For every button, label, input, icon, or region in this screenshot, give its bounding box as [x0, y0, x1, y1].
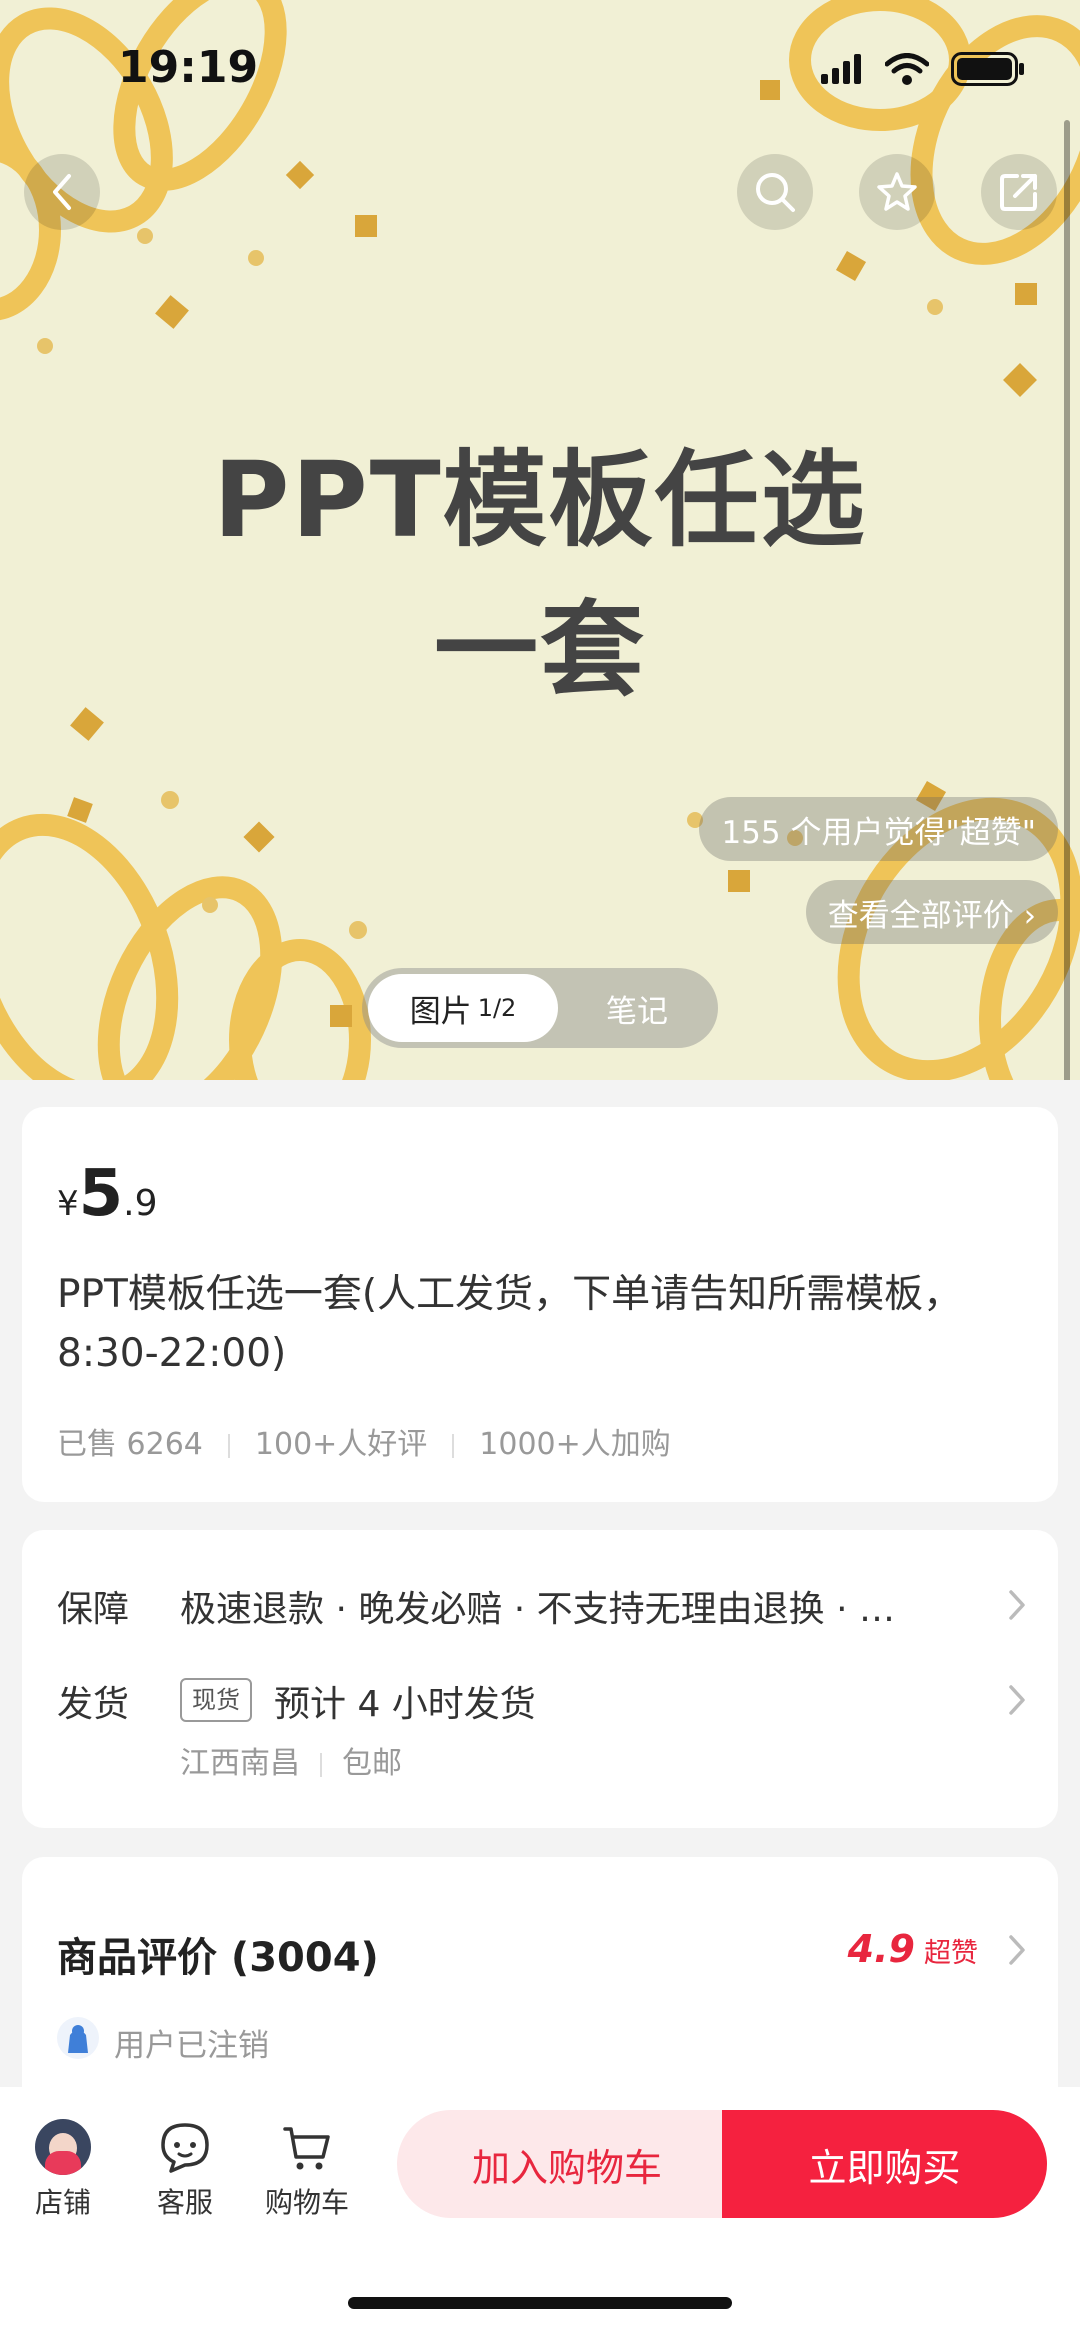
- view-all-reviews-link[interactable]: 查看全部评价 ›: [805, 880, 1058, 944]
- price: ¥5.9: [57, 1157, 158, 1231]
- chevron-left-icon: [53, 174, 71, 210]
- rating-label: 超赞: [924, 1938, 978, 1969]
- wifi-icon: [885, 53, 929, 85]
- customer-service-label: 客服: [156, 2186, 213, 2219]
- service-card: 保障 极速退款 · 晚发必赔 · 不支持无理由退换 · … 发货 现货 预计 4…: [22, 1530, 1058, 1828]
- status-time: 19:19: [118, 42, 259, 93]
- price-integer: 5: [78, 1157, 124, 1231]
- cart-label: 购物车: [264, 2186, 349, 2219]
- product-stats: 已售 6264 100+人好评 1000+人加购: [57, 1419, 671, 1463]
- product-info-card: ¥5.9 PPT模板任选一套(人工发货，下单请告知所需模板，8:30-22:00…: [22, 1107, 1058, 1502]
- rating-score: 4.9: [847, 1927, 915, 1971]
- battery-icon: [951, 52, 1024, 86]
- shipping-eta: 预计 4 小时发货: [274, 1684, 536, 1725]
- buy-now-button[interactable]: 立即购买: [722, 2110, 1047, 2218]
- favorite-button[interactable]: [859, 154, 935, 230]
- hero-title-line2: 一套: [433, 589, 646, 711]
- home-indicator[interactable]: [348, 2297, 732, 2309]
- currency-symbol: ¥: [57, 1184, 79, 1224]
- product-title: PPT模板任选一套(人工发货，下单请告知所需模板，8:30-22:00): [57, 1272, 963, 1376]
- tab-notes[interactable]: 笔记: [562, 974, 712, 1042]
- image-counter: 1/2: [477, 994, 517, 1022]
- media-tab-switch: 图片 1/2 笔记: [362, 968, 718, 1048]
- chevron-right-icon: [1009, 1590, 1025, 1620]
- search-button[interactable]: [737, 154, 813, 230]
- chevron-right-icon: [1009, 1935, 1025, 1965]
- ship-origin: 江西南昌: [180, 1746, 300, 1781]
- add-to-cart-button[interactable]: 加入购物车: [397, 2110, 737, 2218]
- shipping-label: 发货: [57, 1684, 130, 1725]
- sold-count: 已售 6264: [57, 1427, 203, 1462]
- stock-badge: 现货: [180, 1678, 252, 1722]
- reviews-title: 商品评价 (3004): [57, 1935, 379, 1981]
- scrollbar[interactable]: [1064, 120, 1070, 1080]
- price-decimal: .9: [123, 1183, 158, 1224]
- share-button[interactable]: [981, 154, 1057, 230]
- star-icon: [877, 172, 917, 211]
- status-icons: [821, 52, 1025, 86]
- back-button[interactable]: [24, 154, 100, 230]
- reviewer-avatar: [57, 2017, 99, 2059]
- product-image-carousel[interactable]: 19:19 PPT模板任选 一套 155 个用户觉得"超赞" 查看全部评价 › …: [0, 0, 1080, 1080]
- reviews-card[interactable]: 商品评价 (3004) 4.9 超赞 用户已注销: [22, 1857, 1058, 2117]
- shopping-cart-icon: [283, 2127, 330, 2170]
- tab-images-label: 图片: [409, 993, 472, 1030]
- store-tab[interactable]: 店铺: [8, 2119, 118, 2221]
- store-avatar: [35, 2119, 91, 2175]
- chevron-right-icon: [1009, 1685, 1025, 1715]
- cellular-signal-icon: [821, 54, 861, 84]
- cart-tab[interactable]: 购物车: [252, 2119, 362, 2221]
- tab-images[interactable]: 图片 1/2: [368, 974, 558, 1042]
- guarantee-label: 保障: [57, 1589, 130, 1630]
- customer-service-tab[interactable]: 客服: [130, 2119, 240, 2221]
- search-icon: [756, 173, 795, 212]
- hero-title-line1: PPT模板任选: [213, 439, 867, 561]
- cart-add-count: 1000+人加购: [479, 1427, 671, 1462]
- good-review-count: 100+人好评: [254, 1427, 428, 1462]
- rating-summary: 4.9 超赞: [848, 1927, 978, 1971]
- chat-bubble-icon: [161, 2123, 209, 2173]
- shipping-details: 江西南昌 包邮: [180, 1738, 402, 1782]
- store-label: 店铺: [34, 2186, 91, 2219]
- likes-badge: 155 个用户觉得"超赞": [699, 797, 1058, 861]
- user-icon: [68, 2025, 88, 2053]
- shipping-fee: 包邮: [342, 1746, 402, 1781]
- share-icon: [1000, 174, 1037, 211]
- reviewer-name: 用户已注销: [114, 2028, 269, 2064]
- guarantee-text: 极速退款 · 晚发必赔 · 不支持无理由退换 · …: [180, 1589, 895, 1630]
